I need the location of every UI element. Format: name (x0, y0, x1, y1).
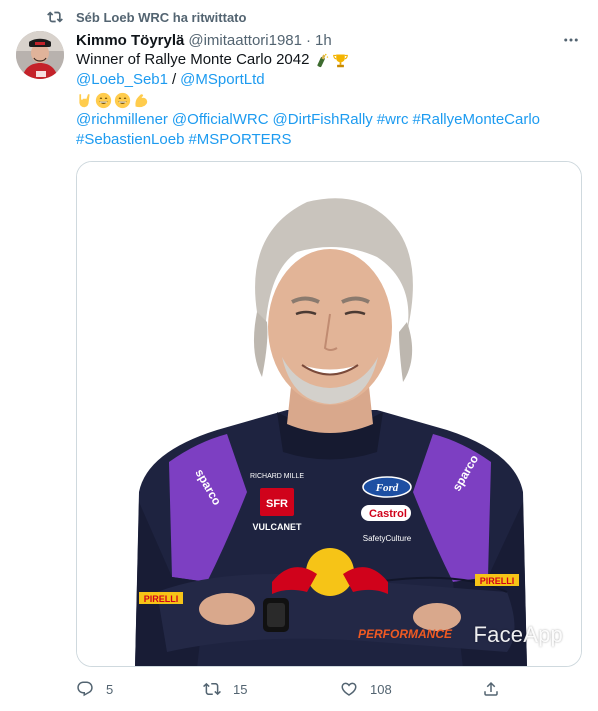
mention-richmillener[interactable]: @richmillener (76, 110, 168, 130)
tweet-media-image[interactable]: SFR VULCANET RICHARD MILLE Ford Castrol … (76, 161, 582, 667)
avatar-image (16, 31, 64, 79)
svg-text:RICHARD MILLE: RICHARD MILLE (250, 473, 304, 480)
share-icon (484, 681, 498, 696)
slash-text: / (171, 71, 177, 88)
reply-count: 5 (106, 681, 114, 697)
retweet-context[interactable]: Séb Loeb WRC ha ritwittato (47, 8, 247, 26)
mention-loeb[interactable]: @Loeb_Seb1 (76, 70, 168, 90)
hashtag-msporters[interactable]: #MSPORTERS (188, 130, 291, 150)
tweet-header: Kimmo Töyrylä @imitaattori1981 · 1h (76, 30, 582, 50)
like-button[interactable]: 108 (340, 678, 392, 700)
heart-icon (341, 682, 357, 696)
tweet-line-3 (76, 90, 586, 110)
mention-msport[interactable]: @MSportLtd (180, 70, 264, 90)
rock-hand-emoji (79, 93, 90, 107)
hashtag-sebastienloeb[interactable]: #SebastienLoeb (76, 130, 184, 150)
tweet-line-1: Winner of Rallye Monte Carlo 2042 (76, 50, 586, 70)
hashtag-rallyemontecarlo[interactable]: #RallyeMonteCarlo (412, 110, 540, 130)
svg-text:PIRELLI: PIRELLI (480, 576, 515, 586)
grinning-emoji (95, 92, 112, 108)
svg-text:SafetyCulture: SafetyCulture (363, 534, 412, 543)
svg-text:PERFORMANCE: PERFORMANCE (358, 627, 453, 641)
avatar[interactable] (16, 31, 64, 79)
portrait-illustration: SFR VULCANET RICHARD MILLE Ford Castrol … (77, 162, 581, 666)
flexed-biceps-emoji (135, 93, 148, 107)
svg-text:PIRELLI: PIRELLI (144, 594, 179, 604)
more-icon (564, 38, 578, 42)
retweet-icon (203, 682, 221, 696)
svg-text:Ford: Ford (375, 482, 399, 494)
retweet-icon (47, 11, 63, 23)
faceapp-watermark: FaceApp (473, 622, 563, 647)
tweet-actions: 5 15 108 (76, 678, 506, 700)
timestamp[interactable]: 1h (315, 32, 332, 49)
reply-icon (77, 681, 93, 697)
hashtag-wrc[interactable]: #wrc (377, 110, 409, 130)
share-button[interactable] (482, 678, 500, 700)
author-handle[interactable]: @imitaattori1981 (188, 32, 302, 49)
mention-dirtfishrally[interactable]: @DirtFishRally (273, 110, 373, 130)
tweet-text: Winner of Rallye Monte Carlo 2042 @Loeb_… (76, 50, 586, 150)
reply-button[interactable]: 5 (76, 678, 113, 700)
retweet-count: 15 (233, 681, 248, 697)
separator-dot: · (306, 31, 311, 49)
svg-text:Castrol: Castrol (369, 508, 407, 520)
tweet-line-4: @richmillener @OfficialWRC @DirtFishRall… (76, 110, 586, 130)
retweet-label: Séb Loeb WRC ha ritwittato (76, 9, 247, 25)
tweet-line-2: @Loeb_Seb1 / @MSportLtd (76, 70, 586, 90)
tweet-line-5: #SebastienLoeb #MSPORTERS (76, 130, 586, 150)
champagne-emoji (317, 53, 329, 67)
like-count: 108 (370, 681, 392, 697)
more-options-button[interactable] (560, 30, 582, 50)
retweet-button[interactable]: 15 (203, 678, 247, 700)
trophy-emoji (333, 54, 349, 67)
tweet-headline: Winner of Rallye Monte Carlo 2042 (76, 51, 310, 68)
author-name[interactable]: Kimmo Töyrylä (76, 32, 184, 49)
svg-text:VULCANET: VULCANET (253, 522, 303, 532)
grinning-emoji (114, 92, 131, 108)
mention-officialwrc[interactable]: @OfficialWRC (172, 110, 269, 130)
svg-text:SFR: SFR (266, 498, 288, 510)
